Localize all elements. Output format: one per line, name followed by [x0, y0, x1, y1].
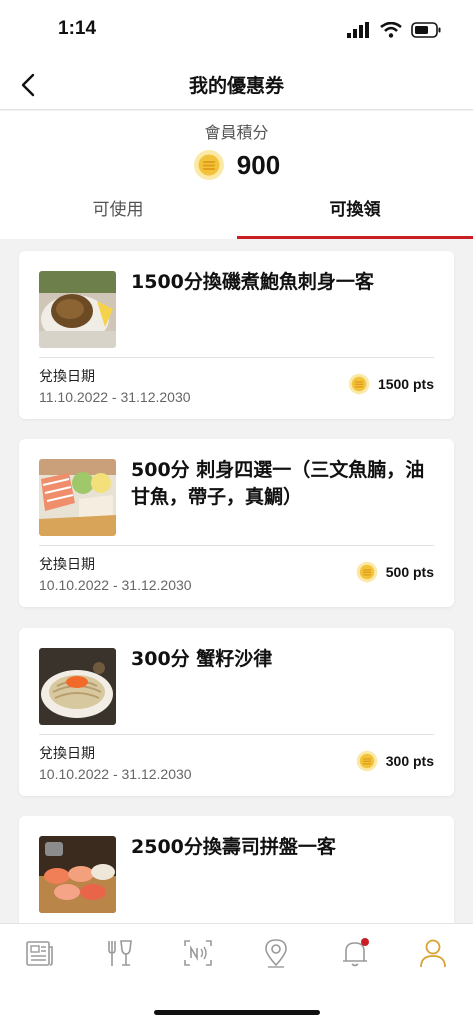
coupon-card[interactable]: 2500分換壽司拼盤一客 [19, 816, 454, 923]
redeem-date-label: 兌換日期 [39, 557, 95, 573]
notification-badge [361, 938, 369, 946]
coupon-image [39, 271, 116, 348]
points-summary: 900 [0, 149, 473, 181]
coupon-points-value: 1500 pts [377, 376, 434, 392]
coupon-points-value: 500 pts [385, 564, 434, 580]
wifi-icon [380, 22, 402, 38]
coin-icon [348, 373, 370, 395]
card-divider [39, 545, 434, 546]
profile-icon[interactable] [416, 936, 450, 970]
status-time: 1:14 [58, 18, 97, 39]
coupon-image [39, 648, 116, 725]
coupon-image [39, 459, 116, 536]
tab-available[interactable]: 可使用 [0, 189, 236, 239]
coupon-image [39, 836, 116, 913]
coin-icon [193, 150, 224, 180]
points-label: 會員積分 [204, 123, 269, 142]
battery-icon [411, 22, 441, 38]
coupon-points: 300 pts [356, 750, 434, 772]
cellular-signal-icon [347, 22, 369, 38]
nfc-scan-icon[interactable] [181, 936, 215, 970]
card-divider [39, 734, 434, 735]
coupon-points-value: 300 pts [385, 753, 434, 769]
redeem-date-range: 11.10.2022 - 31.12.2030 [39, 389, 191, 405]
coupon-title: 500分 刺身四選一（三文魚腩，油甘魚，帶子，真鯛） [131, 459, 425, 508]
coupon-card[interactable]: 300分 蟹籽沙律 兌換日期 10.10.2022 - 31.12.2030 3… [19, 628, 454, 796]
coupon-points: 1500 pts [348, 373, 434, 395]
coin-icon [356, 561, 378, 583]
coin-icon [356, 750, 378, 772]
tab-bar: 可使用 可換領 [0, 189, 473, 239]
location-pin-icon[interactable] [259, 936, 293, 970]
coupon-title: 2500分換壽司拼盤一客 [131, 836, 336, 858]
notification-bell-icon[interactable] [338, 936, 372, 970]
coupon-card[interactable]: 500分 刺身四選一（三文魚腩，油甘魚，帶子，真鯛） 兌換日期 10.10.20… [19, 439, 454, 607]
coupon-title: 300分 蟹籽沙律 [131, 648, 273, 670]
redeem-date-label: 兌換日期 [39, 369, 95, 385]
status-icons [347, 22, 441, 38]
coupon-points: 500 pts [356, 561, 434, 583]
redeem-date-range: 10.10.2022 - 31.12.2030 [39, 766, 192, 782]
coupon-card[interactable]: 1500分換磯煮鮑魚刺身一客 兌換日期 11.10.2022 - 31.12.2… [19, 251, 454, 419]
home-indicator [154, 1010, 320, 1015]
tab-redeemable[interactable]: 可換領 [237, 189, 473, 239]
redeem-date-label: 兌換日期 [39, 746, 95, 762]
redeem-date-range: 10.10.2022 - 31.12.2030 [39, 577, 192, 593]
news-icon[interactable] [22, 936, 56, 970]
coupon-title: 1500分換磯煮鮑魚刺身一客 [131, 271, 374, 293]
menu-fork-glass-icon[interactable] [102, 936, 136, 970]
status-bar: 1:14 [0, 0, 473, 60]
points-header: 會員積分 900 可使用 可換領 [0, 111, 473, 239]
card-divider [39, 357, 434, 358]
coupon-list: 1500分換磯煮鮑魚刺身一客 兌換日期 11.10.2022 - 31.12.2… [0, 239, 473, 923]
points-value: 900 [236, 149, 281, 180]
page-title: 我的優惠券 [188, 75, 284, 97]
nav-bar: 我的優惠券 [0, 60, 473, 110]
bottom-navigation [0, 923, 473, 1024]
